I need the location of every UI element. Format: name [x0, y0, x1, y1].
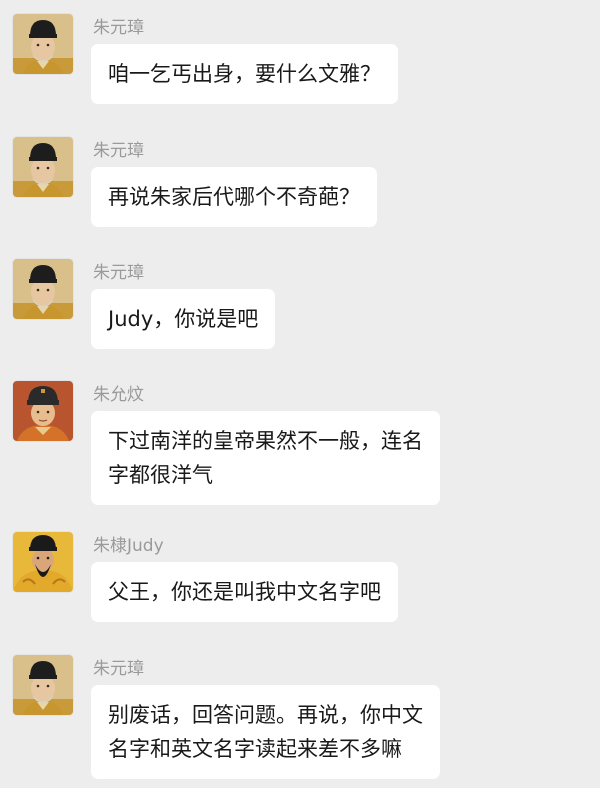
zhu-yuanzhang-portrait-icon[interactable]	[13, 655, 73, 715]
sender-name: 朱元璋	[93, 141, 144, 161]
message-text: 再说朱家后代哪个不奇葩？	[108, 185, 360, 209]
chat-message: 朱元璋 咱一乞丐出身，要什么文雅？	[0, 14, 600, 114]
sender-name: 朱元璋	[93, 659, 144, 679]
message-bubble[interactable]: 再说朱家后代哪个不奇葩？	[91, 167, 377, 227]
zhu-yunwen-portrait-icon[interactable]	[13, 381, 73, 441]
sender-name: 朱棣Judy	[93, 536, 164, 556]
chat-message: 朱棣Judy 父王，你还是叫我中文名字吧	[0, 532, 600, 632]
message-text: 名字和英文名字读起来差不多嘛	[108, 737, 402, 761]
message-text: 父王，你还是叫我中文名字吧	[108, 580, 381, 604]
message-text: Judy，你说是吧	[108, 307, 259, 331]
chat-message: 朱允炆 下过南洋的皇帝果然不一般，连名 字都很洋气	[0, 381, 600, 511]
message-bubble[interactable]: 咱一乞丐出身，要什么文雅？	[91, 44, 398, 104]
message-text: 字都很洋气	[108, 463, 213, 487]
chat-thread: 朱元璋 咱一乞丐出身，要什么文雅？ 朱元璋 再说朱家后代哪个不奇葩？ 朱元璋 J…	[0, 0, 600, 788]
sender-name: 朱允炆	[93, 385, 144, 405]
message-text: 下过南洋的皇帝果然不一般，连名	[108, 429, 423, 453]
message-text: 咱一乞丐出身，要什么文雅？	[108, 62, 381, 86]
message-text: 别废话，回答问题。再说，你中文	[108, 703, 423, 727]
chat-message: 朱元璋 Judy，你说是吧	[0, 259, 600, 359]
message-bubble[interactable]: Judy，你说是吧	[91, 289, 276, 349]
zhu-yuanzhang-portrait-icon[interactable]	[13, 14, 73, 74]
zhu-yuanzhang-portrait-icon[interactable]	[13, 259, 73, 319]
message-bubble[interactable]: 下过南洋的皇帝果然不一般，连名 字都很洋气	[91, 411, 440, 505]
message-bubble[interactable]: 别废话，回答问题。再说，你中文 名字和英文名字读起来差不多嘛	[91, 685, 440, 779]
message-bubble[interactable]: 父王，你还是叫我中文名字吧	[91, 562, 398, 622]
sender-name: 朱元璋	[93, 263, 144, 283]
chat-message: 朱元璋 再说朱家后代哪个不奇葩？	[0, 137, 600, 237]
zhu-di-portrait-icon[interactable]	[13, 532, 73, 592]
zhu-yuanzhang-portrait-icon[interactable]	[13, 137, 73, 197]
chat-message: 朱元璋 别废话，回答问题。再说，你中文 名字和英文名字读起来差不多嘛	[0, 655, 600, 785]
sender-name: 朱元璋	[93, 18, 144, 38]
